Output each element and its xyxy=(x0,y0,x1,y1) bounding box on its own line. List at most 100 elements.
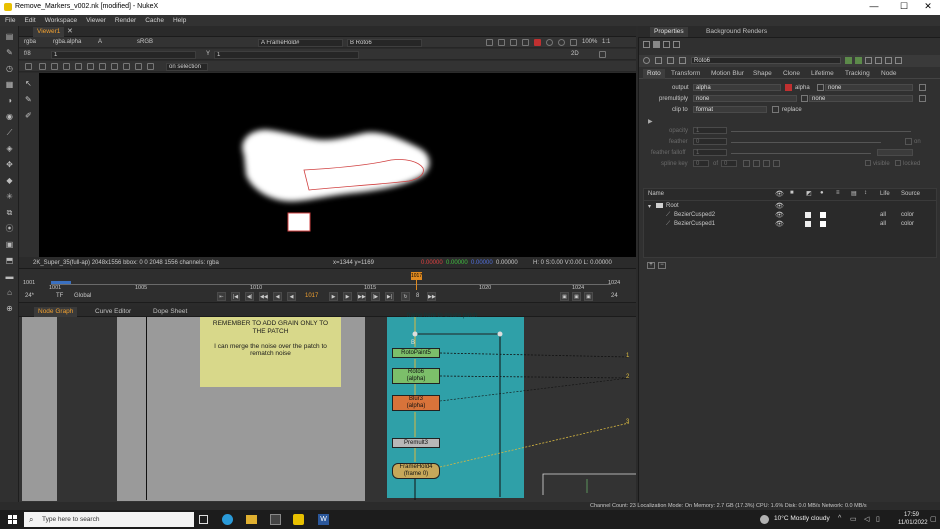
other-nodes-icon[interactable]: ▬ xyxy=(5,272,14,281)
colorspace-dropdown[interactable]: sRGB xyxy=(137,39,153,45)
clipto-dropdown[interactable]: format xyxy=(693,106,767,113)
visible-checkbox[interactable] xyxy=(865,160,871,166)
revert-icon[interactable] xyxy=(865,57,872,64)
select-tool-icon[interactable]: ↖ xyxy=(25,79,32,88)
node-graph-canvas[interactable]: REMEMBER TO ADD GRAIN ONLY TO THE PATCH … xyxy=(19,313,636,502)
node-color-icon[interactable] xyxy=(655,57,662,64)
output-second-dropdown[interactable]: none xyxy=(825,84,913,91)
range-dropdown[interactable]: Global xyxy=(74,293,91,299)
gpu-icon[interactable] xyxy=(558,39,565,46)
minimize-panel-icon[interactable] xyxy=(885,57,892,64)
expand-arrow-icon[interactable]: ▶ xyxy=(648,118,653,125)
close-panel-icon[interactable] xyxy=(895,57,902,64)
last-frame-button[interactable]: ▶| xyxy=(385,292,394,301)
gamma-slider[interactable]: 1 xyxy=(214,50,359,59)
close-tab-icon[interactable]: ✕ xyxy=(67,27,73,35)
overlay-icon[interactable] xyxy=(498,39,505,46)
prev-frame-button[interactable]: ◀ xyxy=(273,292,282,301)
premultiply-checkbox[interactable] xyxy=(801,95,808,102)
props-lock-icon[interactable] xyxy=(643,41,650,48)
node-help-icon[interactable] xyxy=(643,57,650,64)
views-nodes-icon[interactable]: ⦿ xyxy=(5,224,14,233)
cache-icon[interactable]: ▣ xyxy=(560,292,569,301)
close-icon[interactable]: ✕ xyxy=(918,1,938,12)
notifications-icon[interactable]: ▢ xyxy=(930,515,937,523)
tab-motion-blur[interactable]: Motion Blur xyxy=(707,69,748,79)
channel-layer-dropdown[interactable]: rgba.alpha xyxy=(53,39,81,45)
merge-nodes-icon[interactable]: ◈ xyxy=(5,144,14,153)
store-icon[interactable] xyxy=(270,514,281,525)
tab-transform[interactable]: Transform xyxy=(667,69,704,79)
refresh-icon[interactable] xyxy=(546,39,553,46)
roto-tool-8-icon[interactable] xyxy=(123,63,130,70)
menu-file[interactable]: File xyxy=(5,17,15,24)
menu-help[interactable]: Help xyxy=(173,17,186,24)
first-frame-button[interactable]: |◀ xyxy=(231,292,240,301)
next-keyframe-button[interactable]: |▶ xyxy=(371,292,380,301)
add-key-icon[interactable] xyxy=(763,160,770,167)
ratio-dropdown[interactable]: 1:1 xyxy=(602,39,610,45)
keyer-nodes-icon[interactable]: ⟋ xyxy=(5,128,14,137)
tab-tracking[interactable]: Tracking xyxy=(841,69,874,79)
pause-render-icon[interactable] xyxy=(534,39,541,46)
weather-text[interactable]: 10°C Mostly cloudy xyxy=(774,515,830,522)
node-premult3[interactable]: Premult3 xyxy=(392,438,440,448)
tab-lifetime[interactable]: Lifetime xyxy=(807,69,838,79)
channels-dropdown[interactable]: rgba xyxy=(24,39,36,45)
roto-tool-10-icon[interactable] xyxy=(147,63,154,70)
draw-nodes-icon[interactable]: ✎ xyxy=(5,48,14,57)
next-key-icon[interactable] xyxy=(753,160,760,167)
step-forward-button[interactable]: ▶▶ xyxy=(427,292,436,301)
task-view-icon[interactable] xyxy=(199,515,208,524)
3d-nodes-icon[interactable]: ◆ xyxy=(5,176,14,185)
menu-workspace[interactable]: Workspace xyxy=(45,17,77,24)
viewer-settings-icon[interactable] xyxy=(599,51,606,58)
color-nodes-icon[interactable]: ◑ xyxy=(5,96,14,105)
time-nodes-icon[interactable]: ◷ xyxy=(5,64,14,73)
edge-icon[interactable] xyxy=(222,514,233,525)
clock-date[interactable]: 11/01/2022 xyxy=(898,520,928,526)
output-dropdown[interactable]: alpha xyxy=(693,84,781,91)
node-framehold4[interactable]: FrameHold4 (frame 0) xyxy=(392,463,440,479)
timeline[interactable]: 1001 1001 1005 1010 1015 1020 1024 1017 … xyxy=(19,268,636,291)
toolsets-icon[interactable]: ⬒ xyxy=(5,256,14,265)
roto-tool-7-icon[interactable] xyxy=(111,63,118,70)
current-frame-field[interactable]: 1017 xyxy=(305,293,318,299)
roto-tool-2-icon[interactable] xyxy=(51,63,58,70)
roto-tool-3-icon[interactable] xyxy=(63,63,70,70)
node-blur3[interactable]: Blur3 (alpha) xyxy=(392,395,440,411)
view-mode-dropdown[interactable]: 2D xyxy=(571,51,579,57)
bezier-tool-icon[interactable]: ✐ xyxy=(25,111,32,120)
node-color2-icon[interactable] xyxy=(667,57,674,64)
float-panel-icon[interactable] xyxy=(875,57,882,64)
volume-icon[interactable]: ◁ xyxy=(864,515,869,523)
tab-dope-sheet[interactable]: Dope Sheet xyxy=(149,307,191,317)
prev-keyframe-button[interactable]: ◀| xyxy=(245,292,254,301)
windows-start-icon[interactable] xyxy=(8,515,17,524)
visibility-icon[interactable]: 👁 xyxy=(775,220,784,228)
color-swatch[interactable] xyxy=(820,221,826,227)
prev-increment-button[interactable]: ◀◀ xyxy=(259,292,268,301)
play-forward-button[interactable]: ▶ xyxy=(329,292,338,301)
particles-icon[interactable]: ✳ xyxy=(5,192,14,201)
file-explorer-icon[interactable] xyxy=(246,515,257,524)
premultiply-second-dropdown[interactable]: none xyxy=(809,95,913,102)
zoom-dropdown[interactable]: 100% xyxy=(582,39,597,45)
roto-tool-1-icon[interactable] xyxy=(39,63,46,70)
premultiply-dropdown[interactable]: none xyxy=(693,95,797,102)
remove-shape-icon[interactable]: − xyxy=(658,262,666,269)
menu-edit[interactable]: Edit xyxy=(24,17,35,24)
in-out-icon[interactable]: ⇤ xyxy=(217,292,226,301)
image-nodes-icon[interactable]: ▤ xyxy=(5,32,14,41)
falloff-type-dropdown[interactable] xyxy=(877,149,913,156)
feather-on-checkbox[interactable] xyxy=(905,138,912,145)
airmatte-icon[interactable]: ⊕ xyxy=(5,304,14,313)
roto-tool-6-icon[interactable] xyxy=(99,63,106,70)
step-field[interactable]: 8 xyxy=(416,293,419,299)
tf-dropdown[interactable]: TF xyxy=(56,293,63,299)
maximize-icon[interactable]: ☐ xyxy=(894,1,914,12)
next-frame-button[interactable]: ▶ xyxy=(343,292,352,301)
tab-viewer1[interactable]: Viewer1 xyxy=(33,27,65,37)
props-max-icon[interactable] xyxy=(653,41,660,48)
output-second-checkbox[interactable] xyxy=(817,84,824,91)
